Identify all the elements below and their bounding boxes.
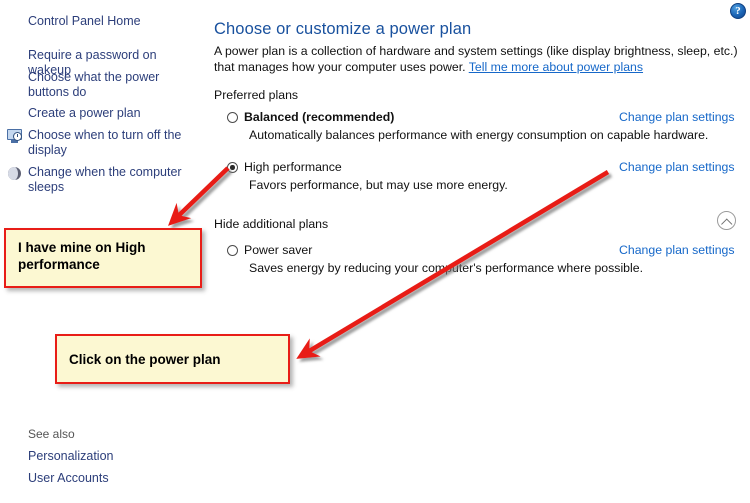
change-plan-settings-link-power-saver[interactable]: Change plan settings	[619, 243, 735, 257]
change-plan-settings-link-high-performance[interactable]: Change plan settings	[619, 160, 735, 174]
tell-me-more-about-power-plans-link[interactable]: Tell me more about power plans	[469, 60, 643, 74]
plan-description-balanced: Automatically balances performance with …	[249, 128, 709, 142]
page-description: A power plan is a collection of hardware…	[214, 43, 742, 75]
plan-name-balanced[interactable]: Balanced (recommended)	[244, 110, 394, 124]
moon-sleep-icon	[7, 166, 23, 182]
sidebar-item-personalization[interactable]: Personalization	[28, 449, 193, 464]
hide-additional-plans-group-header: Hide additional plans	[214, 217, 741, 233]
main-content-pane: Choose or customize a power plan A power…	[205, 0, 750, 503]
preferred-plans-label: Preferred plans	[214, 88, 306, 102]
sidebar-item-control-panel-home[interactable]: Control Panel Home	[28, 14, 193, 29]
plan-description-high-performance: Favors performance, but may use more ene…	[249, 178, 508, 192]
change-plan-settings-link-balanced[interactable]: Change plan settings	[619, 110, 735, 124]
page-title: Choose or customize a power plan	[214, 20, 472, 38]
help-question-icon[interactable]: ?	[730, 3, 746, 19]
radio-high-performance[interactable]	[227, 162, 238, 173]
see-also-heading: See also	[28, 427, 75, 441]
sidebar-item-user-accounts[interactable]: User Accounts	[28, 471, 193, 486]
sidebar-item-choose-what-power-buttons-do[interactable]: Choose what the power buttons do	[28, 70, 193, 100]
plan-name-high-performance[interactable]: High performance	[244, 160, 342, 174]
callout-note-click-power-plan: Click on the power plan	[55, 334, 290, 384]
sidebar-item-choose-when-to-turn-off-display[interactable]: Choose when to turn off the display	[28, 128, 193, 158]
preferred-plans-group-header: Preferred plans	[214, 88, 741, 104]
plan-description-power-saver: Saves energy by reducing your computer's…	[249, 261, 643, 275]
hide-additional-plans-label: Hide additional plans	[214, 217, 336, 231]
monitor-clock-icon	[7, 128, 23, 144]
sidebar-item-create-a-power-plan[interactable]: Create a power plan	[28, 106, 193, 121]
radio-power-saver[interactable]	[227, 245, 238, 256]
radio-balanced[interactable]	[227, 112, 238, 123]
chevron-up-circle-icon[interactable]	[717, 211, 736, 230]
plan-name-power-saver[interactable]: Power saver	[244, 243, 312, 257]
callout-note-high-performance: I have mine on High performance	[4, 228, 202, 288]
sidebar-item-change-when-computer-sleeps[interactable]: Change when the computer sleeps	[28, 165, 193, 195]
